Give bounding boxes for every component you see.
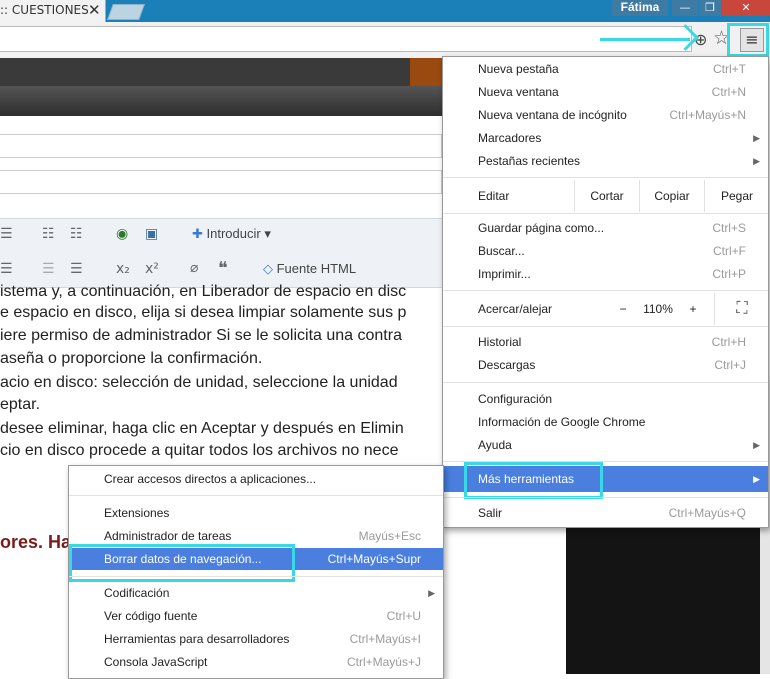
menu-item-exit[interactable]: Salir Ctrl+Mayús+Q	[443, 502, 768, 524]
justify-icon[interactable]: ☰	[0, 261, 13, 277]
more-tools-submenu: Crear accesos directos a aplicaciones...…	[68, 465, 444, 679]
zoom-in-button[interactable]: +	[676, 293, 710, 325]
menu-item-create-shortcuts[interactable]: Crear accesos directos a aplicaciones...	[69, 468, 443, 490]
outdent-icon[interactable]: ☰	[42, 261, 55, 277]
paragraph-line: desee eliminar, haga clic en Aceptar y d…	[0, 420, 404, 437]
chevron-right-icon: ▶	[753, 156, 760, 166]
maximize-button[interactable]: ❐	[699, 0, 721, 16]
eraser-icon[interactable]: ⌀	[190, 260, 198, 276]
zoom-level: 110%	[643, 302, 673, 316]
paragraph-line: istema y, a continuación, en Liberador d…	[0, 283, 407, 300]
zoom-row: Acercar/alejar − 110% + ⛶	[443, 293, 768, 325]
edit-label: Editar	[478, 189, 510, 203]
zoom-out-button[interactable]: −	[606, 293, 640, 325]
new-tab-button[interactable]	[107, 4, 145, 20]
paste-button[interactable]: Pegar	[704, 180, 769, 212]
insert-button[interactable]: ✚ Introducir ▾	[192, 226, 271, 242]
tab-close-icon[interactable]: ✕	[88, 1, 101, 19]
paragraph-line: acio en disco: selección de unidad, sele…	[0, 374, 398, 391]
menu-divider	[69, 576, 443, 577]
menu-divider	[443, 177, 768, 178]
menu-item-find[interactable]: Buscar... Ctrl+F	[443, 240, 768, 262]
menu-item-about-chrome[interactable]: Información de Google Chrome	[443, 411, 768, 433]
menu-item-extensions[interactable]: Extensiones	[69, 502, 443, 524]
address-bar[interactable]	[0, 26, 692, 52]
menu-divider	[443, 497, 768, 498]
image-icon[interactable]: ▣	[145, 226, 158, 242]
html-label: Fuente HTML	[276, 261, 357, 276]
menu-item-help[interactable]: Ayuda ▶	[443, 434, 768, 456]
paragraph-line: aseña o proporcione la confirmación.	[0, 350, 263, 367]
menu-item-print[interactable]: Imprimir... Ctrl+P	[443, 263, 768, 285]
insert-label: Introducir	[206, 226, 261, 241]
menu-item-view-source[interactable]: Ver código fuente Ctrl+U	[69, 605, 443, 627]
menu-divider	[443, 290, 768, 291]
menu-item-settings[interactable]: Configuración	[443, 388, 768, 410]
cut-button[interactable]: Cortar	[574, 180, 639, 212]
fullscreen-icon[interactable]: ⛶	[714, 293, 769, 325]
link-icon[interactable]: ◉	[116, 226, 128, 242]
browser-tab[interactable]: :: CUESTIONES ✕	[0, 0, 106, 22]
indent-icon[interactable]: ☰	[70, 261, 83, 277]
menu-item-history[interactable]: Historial Ctrl+H	[443, 331, 768, 353]
more-tools-highlight	[464, 462, 603, 499]
align-icon[interactable]: ☰	[0, 226, 13, 242]
menu-item-downloads[interactable]: Descargas Ctrl+J	[443, 354, 768, 376]
chevron-right-icon: ▶	[753, 133, 760, 143]
profile-button[interactable]: Fátima	[612, 0, 668, 16]
menu-divider	[69, 495, 443, 496]
form-field[interactable]	[0, 170, 442, 194]
paragraph-line: eptar.	[0, 396, 41, 413]
superscript-icon[interactable]: x²	[145, 261, 159, 277]
menu-item-recent-tabs[interactable]: Pestañas recientes ▶	[443, 150, 768, 172]
paragraph-line: e espacio en disco, elija si desea limpi…	[0, 304, 407, 321]
site-top-bar-button[interactable]	[410, 58, 442, 86]
site-top-bar	[0, 58, 442, 86]
chevron-right-icon: ▶	[428, 588, 435, 598]
menu-item-bookmarks[interactable]: Marcadores ▶	[443, 127, 768, 149]
chevron-right-icon: ▶	[753, 440, 760, 450]
menu-item-developer-tools[interactable]: Herramientas para desarrolladores Ctrl+M…	[69, 628, 443, 650]
paragraph-line: iere permiso de administrador Si se le s…	[0, 327, 402, 344]
subscript-icon[interactable]: x₂	[116, 261, 130, 277]
menu-divider	[443, 382, 768, 383]
minimize-button[interactable]: —	[672, 0, 698, 16]
copy-button[interactable]: Copiar	[639, 180, 704, 212]
numbered-list-icon[interactable]: ☷	[42, 226, 55, 242]
paragraph-line: cio en disco procede a quitar todos los …	[0, 442, 399, 459]
menu-item-new-tab[interactable]: Nueva pestaña Ctrl+T	[443, 58, 768, 80]
menu-divider	[443, 326, 768, 327]
tab-title: :: CUESTIONES	[0, 3, 89, 17]
page-heading: ores. Ha	[0, 532, 72, 552]
zoom-label: Acercar/alejar	[478, 302, 553, 316]
bullet-list-icon[interactable]: ☷	[70, 226, 83, 242]
menu-item-incognito[interactable]: Nueva ventana de incógnito Ctrl+Mayús+N	[443, 104, 768, 126]
menu-item-new-window[interactable]: Nueva ventana Ctrl+N	[443, 81, 768, 103]
menu-button-highlight	[727, 23, 769, 57]
menu-item-save-page[interactable]: Guardar página como... Ctrl+S	[443, 217, 768, 239]
chrome-main-menu: Nueva pestaña Ctrl+T Nueva ventana Ctrl+…	[442, 56, 769, 528]
menu-divider	[443, 213, 768, 214]
html-source-button[interactable]: ◇ Fuente HTML	[263, 261, 356, 277]
quote-icon[interactable]: ❝	[218, 258, 228, 279]
form-field[interactable]	[0, 134, 442, 158]
site-nav-bar	[0, 86, 442, 116]
edit-row: Editar Cortar Copiar Pegar	[443, 180, 768, 212]
window-close-button[interactable]: ✕	[722, 0, 770, 16]
menu-item-encoding[interactable]: Codificación ▶	[69, 582, 443, 604]
menu-item-js-console[interactable]: Consola JavaScript Ctrl+Mayús+J	[69, 651, 443, 673]
chevron-right-icon: ▶	[753, 474, 760, 484]
